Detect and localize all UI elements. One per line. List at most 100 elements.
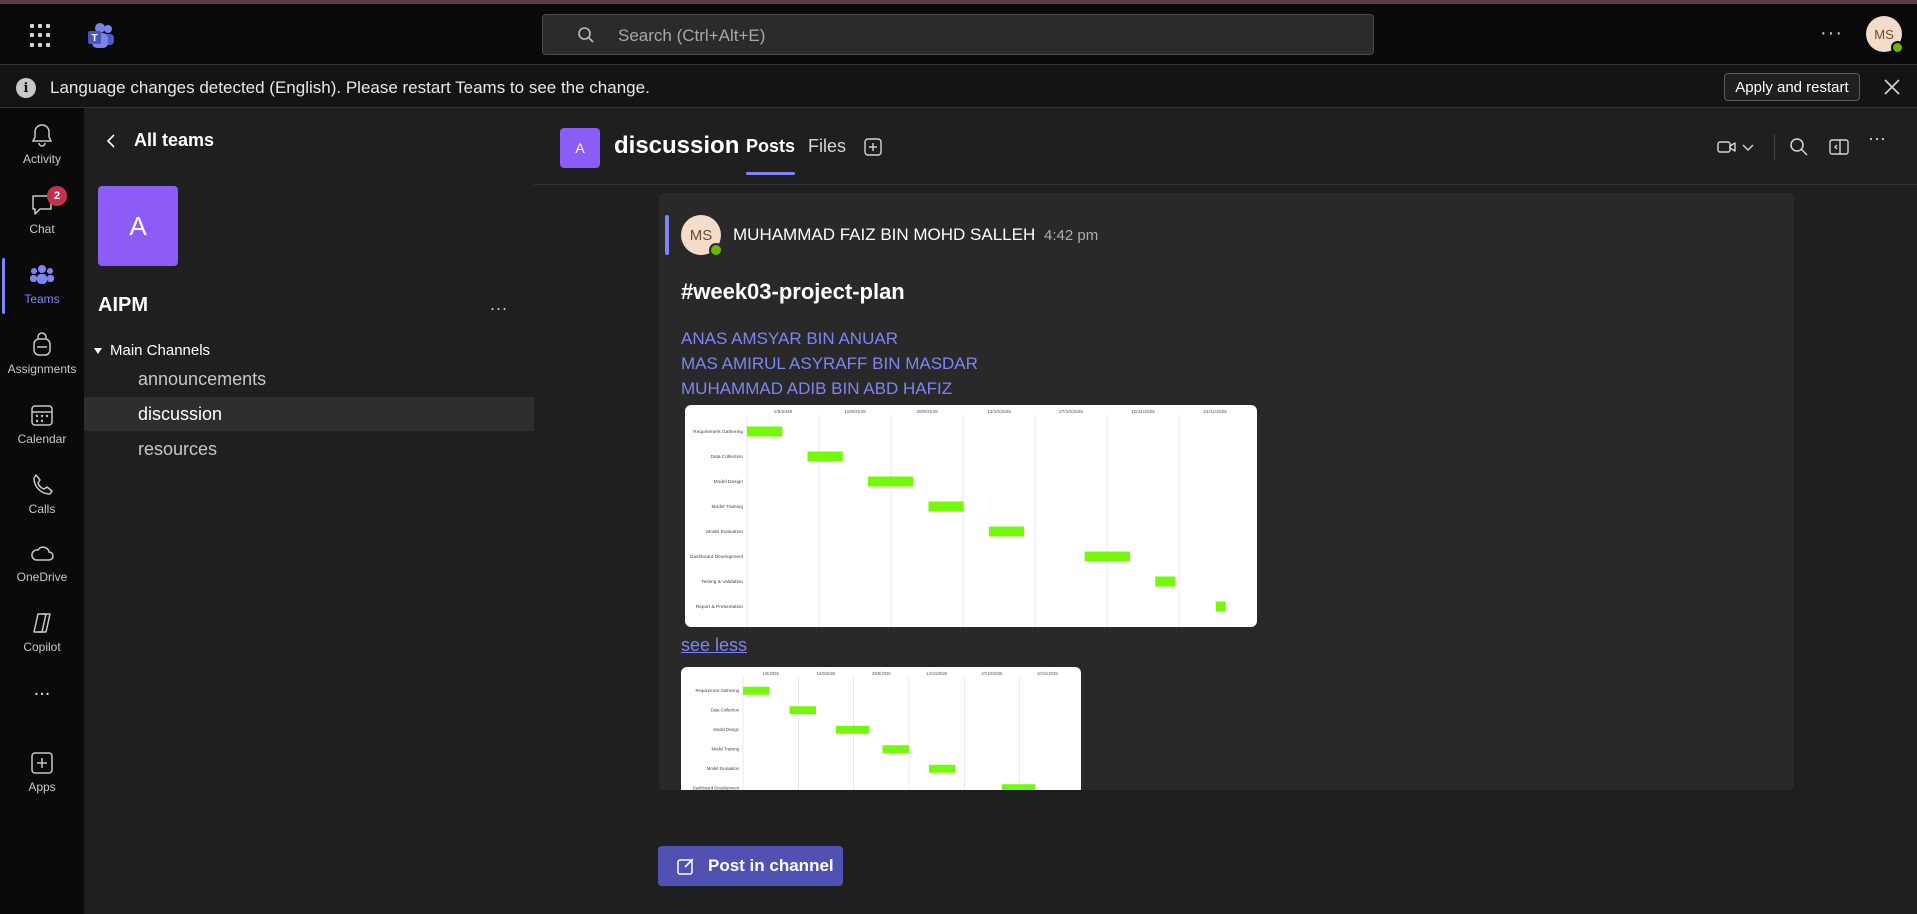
caret-down-icon <box>94 347 102 354</box>
rail-label: Copilot <box>23 640 61 654</box>
chat-unread-badge: 2 <box>47 186 67 206</box>
main-channels-label: Main Channels <box>110 342 211 359</box>
channel-item-resources[interactable]: resources <box>84 432 534 466</box>
rail-item-more[interactable]: ... <box>0 670 84 734</box>
title-bar: T Search (Ctrl+Alt+E) ··· MS <box>0 4 1917 64</box>
apply-and-restart-button[interactable]: Apply and restart <box>1724 73 1860 101</box>
rail-item-copilot[interactable]: Copilot <box>0 600 84 664</box>
gantt-date-label: 10/11/2025 <box>1131 409 1155 415</box>
rail-label: Chat <box>29 222 55 236</box>
rail-label: Activity <box>22 152 61 166</box>
gantt-task-label: Dashboard Development <box>693 786 740 790</box>
presence-available-icon <box>1891 41 1904 54</box>
rail-label: Teams <box>24 292 60 306</box>
profile-initials: MS <box>1874 26 1894 42</box>
author-avatar[interactable]: MS <box>681 215 723 257</box>
backpack-icon <box>33 332 51 356</box>
chevron-left-icon <box>106 133 115 148</box>
gantt-task-bar <box>747 426 783 437</box>
gantt-date-label: 27/10/2025 <box>982 671 1004 676</box>
team-name: AIPM <box>98 294 148 316</box>
rail-item-activity[interactable]: Activity <box>0 112 84 176</box>
gantt-task-bar <box>882 745 909 754</box>
rail-item-apps[interactable]: Apps <box>0 740 84 804</box>
chat-icon-wrap: 2 <box>29 186 67 218</box>
post-author[interactable]: MUHAMMAD FAIZ BIN MOHD SALLEH <box>733 225 1035 245</box>
more-options-icon[interactable]: ··· <box>1868 128 1890 150</box>
channel-team-avatar: A <box>560 128 600 168</box>
gantt-task-label: Model Design <box>714 479 744 485</box>
gantt-chart-image-2[interactable]: 1/9/2025 15/9/2025 29/9/2025 13/10/2025 27/1… <box>681 667 1081 790</box>
mention-link[interactable]: ANAS AMSYAR BIN ANUAR <box>681 329 898 349</box>
rail-item-teams[interactable]: Teams <box>0 252 84 316</box>
gantt-task-bar <box>807 451 843 462</box>
channel-info-icon[interactable] <box>1828 136 1850 158</box>
channel-item-discussion[interactable]: discussion <box>84 397 534 431</box>
teams-icon <box>30 265 54 284</box>
gantt-task-bar <box>1155 576 1176 587</box>
main-channels-section-toggle[interactable]: Main Channels <box>94 342 210 359</box>
rail-label: Assignments <box>7 362 77 376</box>
tab-posts[interactable]: Posts <box>746 136 796 175</box>
rail-label: Calls <box>28 502 56 516</box>
rail-item-calls[interactable]: Calls <box>0 462 84 526</box>
channel-item-announcements[interactable]: announcements <box>84 362 534 396</box>
tab-files[interactable]: Files <box>808 136 846 157</box>
teams-logo-icon: T <box>88 23 114 48</box>
search-box[interactable]: Search (Ctrl+Alt+E) <box>542 14 1374 55</box>
profile-avatar[interactable]: MS <box>1866 16 1904 54</box>
gantt-task-label: Model Training <box>712 747 740 752</box>
all-teams-label: All teams <box>134 130 215 150</box>
rail-item-chat[interactable]: 2 Chat <box>0 182 84 246</box>
gantt-date-label: 13/10/2025 <box>926 671 948 676</box>
search-icon <box>578 27 594 43</box>
gantt-chart-small: 1/9/2025 15/9/2025 29/9/2025 13/10/2025 27/1… <box>693 671 1058 790</box>
app-launcher-icon[interactable] <box>30 24 54 48</box>
gantt-task-bar <box>789 706 817 715</box>
see-less-link[interactable]: see less <box>681 635 747 656</box>
channel-label: discussion <box>138 403 223 424</box>
svg-text:T: T <box>91 33 97 44</box>
gantt-chart-large: 1/9/2025 15/9/2025 29/9/2025 13/10/2025 27/1… <box>690 409 1227 627</box>
video-call-icon[interactable] <box>1716 136 1738 158</box>
gantt-date-label: 13/10/2025 <box>987 409 1011 415</box>
post-timestamp: 4:42 pm <box>1044 227 1099 244</box>
search-placeholder: Search (Ctrl+Alt+E) <box>618 26 766 45</box>
post-in-channel-button[interactable]: Post in channel <box>658 846 843 886</box>
app-rail: Activity 2 Chat Teams Assignments Calend… <box>0 108 84 914</box>
close-icon[interactable] <box>1880 75 1904 99</box>
rail-label: Apps <box>28 780 56 794</box>
channel-title: discussion <box>614 132 740 159</box>
all-teams-back-button[interactable]: All teams <box>104 130 214 151</box>
gantt-task-bar <box>988 526 1025 537</box>
rail-item-assignments[interactable]: Assignments <box>0 322 84 386</box>
rail-item-calendar[interactable]: Calendar <box>0 392 84 456</box>
posts-area: MS MUHAMMAD FAIZ BIN MOHD SALLEH 4:42 pm… <box>534 185 1917 790</box>
gantt-date-label: 15/9/2025 <box>844 409 866 415</box>
gantt-date-label: 29/9/2025 <box>872 671 891 676</box>
team-more-options-button[interactable]: ... <box>490 294 508 315</box>
chevron-down-icon[interactable] <box>1740 136 1756 158</box>
gantt-task-label: Requirement Gathering <box>693 429 743 435</box>
gantt-task-label: Data Collection <box>710 454 743 460</box>
search-icon[interactable] <box>1788 136 1810 158</box>
mention-link[interactable]: MAS AMIRUL ASYRAFF BIN MASDAR <box>681 354 978 374</box>
header-divider <box>1774 134 1775 160</box>
gantt-task-label: Model Training <box>712 504 744 510</box>
settings-more-button[interactable]: ··· <box>1820 22 1843 45</box>
gantt-date-label: 27/10/2025 <box>1059 409 1083 415</box>
gantt-task-label: Testing & Validation <box>701 579 743 585</box>
info-icon: i <box>16 78 36 98</box>
gantt-chart-image[interactable]: 1/9/2025 15/9/2025 29/9/2025 13/10/2025 27/1… <box>685 405 1257 627</box>
add-tab-icon[interactable] <box>864 138 882 156</box>
rail-item-onedrive[interactable]: OneDrive <box>0 530 84 594</box>
post-in-channel-label: Post in channel <box>708 856 834 875</box>
mention-link[interactable]: MUHAMMAD ADIB BIN ABD HAFIZ <box>681 379 952 399</box>
post-card: MS MUHAMMAD FAIZ BIN MOHD SALLEH 4:42 pm… <box>659 193 1794 790</box>
gantt-task-bar <box>1215 601 1226 612</box>
copilot-icon <box>33 613 51 633</box>
gantt-task-label: Report & Presentation <box>696 604 744 610</box>
gantt-task-bar <box>743 686 770 695</box>
channel-label: announcements <box>138 368 267 389</box>
gantt-task-label: Requirement Gathering <box>695 688 739 693</box>
